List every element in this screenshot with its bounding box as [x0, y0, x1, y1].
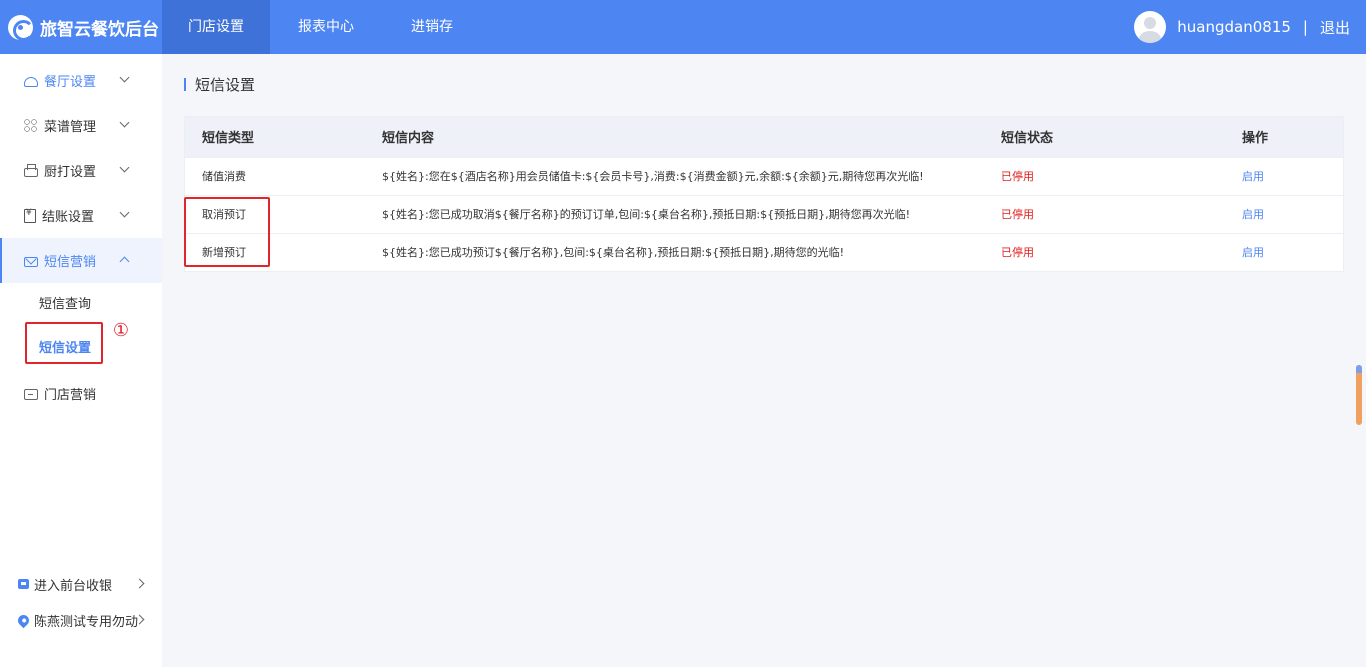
enable-link[interactable]: 启用 [1225, 232, 1343, 271]
sms-status: 已停用 [984, 232, 1225, 271]
store-switch-link[interactable]: 陈燕测试专用勿动 [0, 602, 162, 638]
sidebar-item-label: 短信营销 [44, 255, 97, 270]
sidebar-item-label: 餐厅设置 [44, 75, 97, 90]
avatar[interactable] [1134, 11, 1167, 43]
sidebar-item-kitchen-print[interactable]: 厨打设置 [0, 148, 162, 193]
nav-store-settings[interactable]: 门店设置 [162, 0, 270, 54]
username: huangdan0815 [1177, 18, 1291, 36]
sms-content: ${姓名}:您已成功预订${餐厅名称},包间:${桌台名称},预抵日期:${预抵… [365, 232, 984, 271]
mail-icon [24, 256, 38, 267]
sidebar-item-sms-marketing[interactable]: 短信营销 [0, 238, 162, 283]
enable-link[interactable]: 启用 [1225, 156, 1343, 195]
sidebar-item-store-marketing[interactable]: 门店营销 [0, 371, 162, 416]
sidebar-bottom: 进入前台收银 陈燕测试专用勿动 [0, 566, 162, 638]
top-bar: 旅智云餐饮后台 门店设置 报表中心 进销存 huangdan0815 | 退出 [0, 0, 1366, 54]
page-title: 短信设置 [184, 74, 255, 94]
table-header-row: 短信类型 短信内容 短信状态 操作 [185, 117, 1343, 157]
sms-status: 已停用 [984, 194, 1225, 233]
sidebar-item-label: 门店营销 [44, 388, 97, 403]
sms-content: ${姓名}:您在${酒店名称}用会员储值卡:${会员卡号},消费:${消费金额}… [365, 156, 984, 195]
sidebar-subitem-sms-query[interactable]: 短信查询 [0, 283, 162, 327]
enable-link[interactable]: 启用 [1225, 194, 1343, 233]
chevron-down-icon [119, 72, 130, 83]
table-row: 储值消费 ${姓名}:您在${酒店名称}用会员储值卡:${会员卡号},消费:${… [185, 156, 1343, 195]
location-pin-icon [15, 612, 32, 628]
store-name: 陈燕测试专用勿动 [34, 614, 139, 630]
separator: | [1302, 18, 1308, 36]
scrollbar[interactable] [1356, 365, 1362, 425]
store-icon [24, 389, 38, 400]
chevron-down-icon [119, 162, 130, 173]
column-header-status: 短信状态 [1001, 131, 1054, 147]
sidebar-item-label: 厨打设置 [44, 165, 97, 180]
logo-icon [8, 14, 34, 41]
bell-icon [24, 76, 38, 87]
chevron-down-icon [119, 207, 130, 218]
chevron-up-icon [119, 256, 130, 267]
cashier-icon [18, 579, 29, 589]
printer-icon [24, 164, 38, 177]
bill-icon [24, 208, 36, 223]
column-header-action: 操作 [1242, 131, 1269, 147]
annotation-box-sms-settings-menu [25, 322, 103, 364]
brand-name: 旅智云餐饮后台 [40, 19, 159, 40]
sidebar-item-restaurant-settings[interactable]: 餐厅设置 [0, 58, 162, 103]
column-header-type: 短信类型 [202, 131, 255, 147]
sidebar-item-label: 结账设置 [42, 210, 95, 225]
chevron-right-icon [134, 578, 145, 589]
grid-icon [24, 118, 38, 133]
annotation-marker: ① [112, 320, 130, 341]
brand[interactable]: 旅智云餐饮后台 [0, 0, 162, 54]
logout-button[interactable]: 退出 [1320, 17, 1350, 38]
sms-type: 储值消费 [185, 156, 365, 195]
nav-inventory[interactable]: 进销存 [382, 0, 482, 54]
table-row: 新增预订 ${姓名}:您已成功预订${餐厅名称},包间:${桌台名称},预抵日期… [185, 232, 1343, 271]
sms-settings-table: 短信类型 短信内容 短信状态 操作 储值消费 ${姓名}:您在${酒店名称}用会… [184, 116, 1344, 272]
table-row: 取消预订 ${姓名}:您已成功取消${餐厅名称}的预订订单,包间:${桌台名称}… [185, 194, 1343, 233]
sidebar-item-checkout-settings[interactable]: 结账设置 [0, 193, 162, 238]
annotation-box-sms-types [184, 197, 270, 267]
sidebar-item-menu-management[interactable]: 菜谱管理 [0, 103, 162, 148]
column-header-content: 短信内容 [382, 131, 435, 147]
top-nav: 门店设置 报表中心 进销存 [162, 0, 482, 54]
sms-content: ${姓名}:您已成功取消${餐厅名称}的预订订单,包间:${桌台名称},预抵日期… [365, 194, 984, 233]
sidebar-item-label: 菜谱管理 [44, 120, 97, 135]
main-content: 短信设置 短信类型 短信内容 短信状态 操作 储值消费 ${姓名}:您在${酒店… [162, 54, 1366, 667]
sms-status: 已停用 [984, 156, 1225, 195]
nav-report-center[interactable]: 报表中心 [270, 0, 382, 54]
user-area: huangdan0815 | 退出 [1134, 0, 1350, 54]
enter-cashier-link[interactable]: 进入前台收银 [0, 566, 162, 602]
enter-cashier-label: 进入前台收银 [34, 578, 113, 594]
chevron-down-icon [119, 117, 130, 128]
